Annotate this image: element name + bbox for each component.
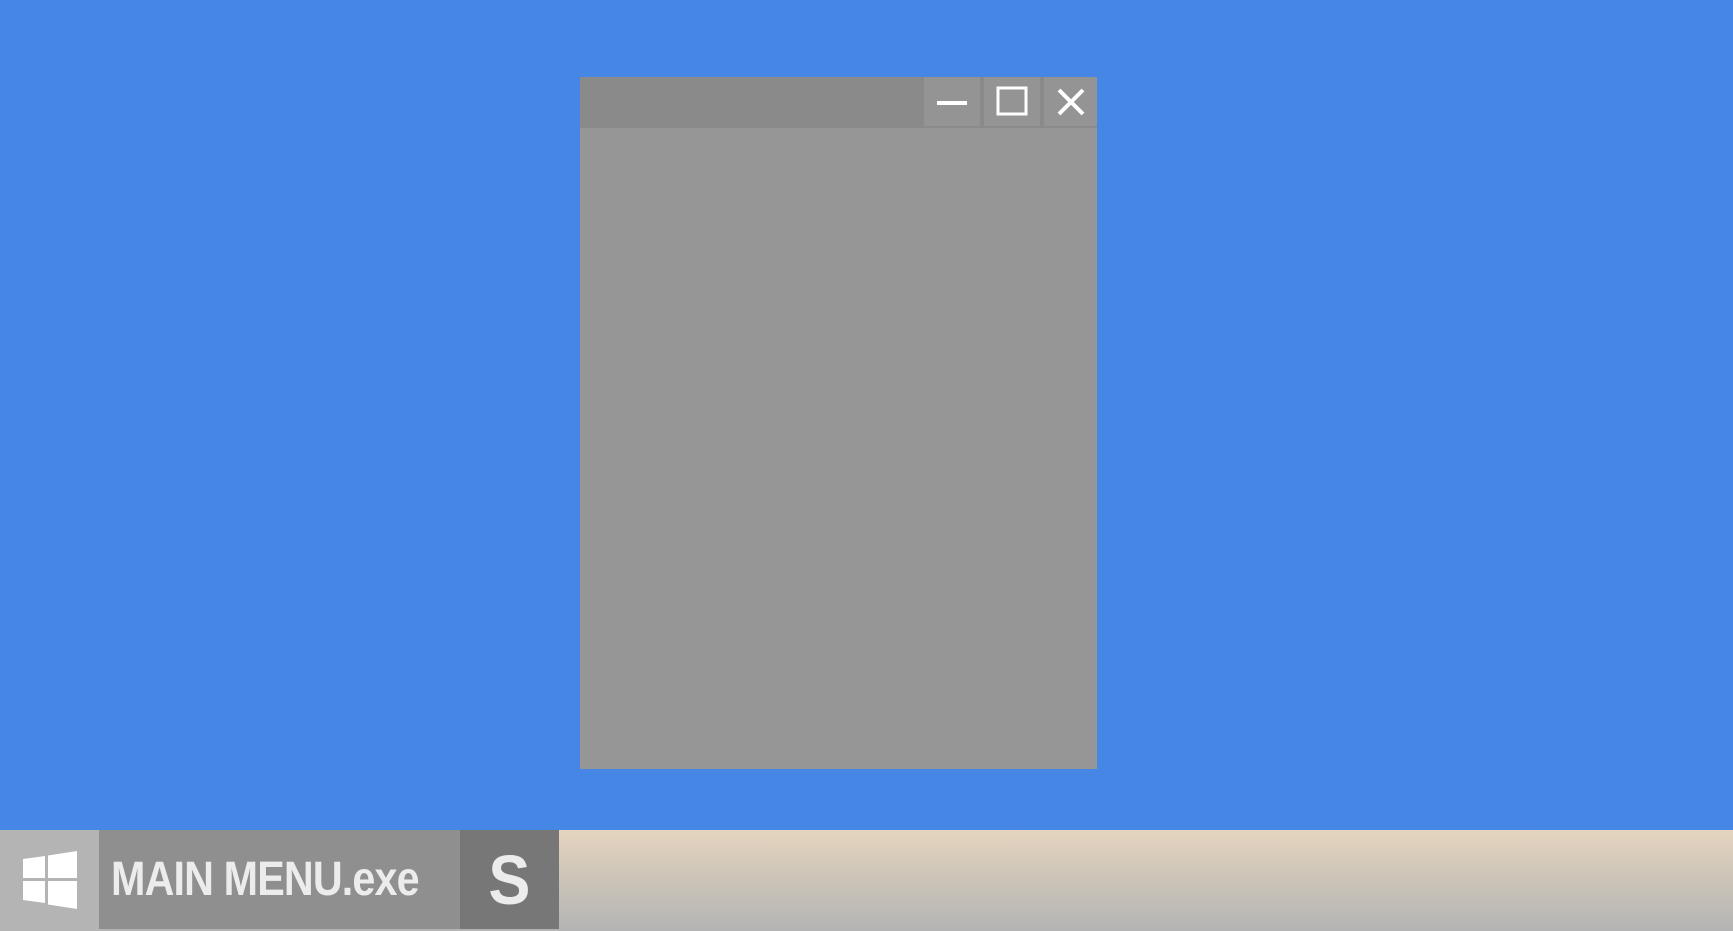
- windows-logo-icon: [22, 850, 77, 909]
- desktop: [0, 0, 1733, 830]
- minimize-button[interactable]: [924, 77, 980, 126]
- minimize-icon: [937, 100, 967, 105]
- window-titlebar[interactable]: [580, 77, 1097, 128]
- close-button[interactable]: [1044, 77, 1097, 126]
- close-icon: [1057, 88, 1084, 115]
- maximize-button[interactable]: [984, 77, 1040, 126]
- taskbar-item-label: MAIN MENU.exe: [111, 853, 420, 906]
- taskbar-item-label: S: [488, 840, 531, 919]
- taskbar: MAIN MENU.exe S: [0, 830, 1733, 931]
- window-content: [580, 128, 1097, 769]
- maximize-icon: [996, 86, 1028, 115]
- start-button[interactable]: [0, 830, 99, 929]
- app-window[interactable]: [580, 77, 1097, 769]
- taskbar-item-main-menu[interactable]: MAIN MENU.exe: [99, 830, 460, 929]
- taskbar-item-s[interactable]: S: [460, 830, 559, 929]
